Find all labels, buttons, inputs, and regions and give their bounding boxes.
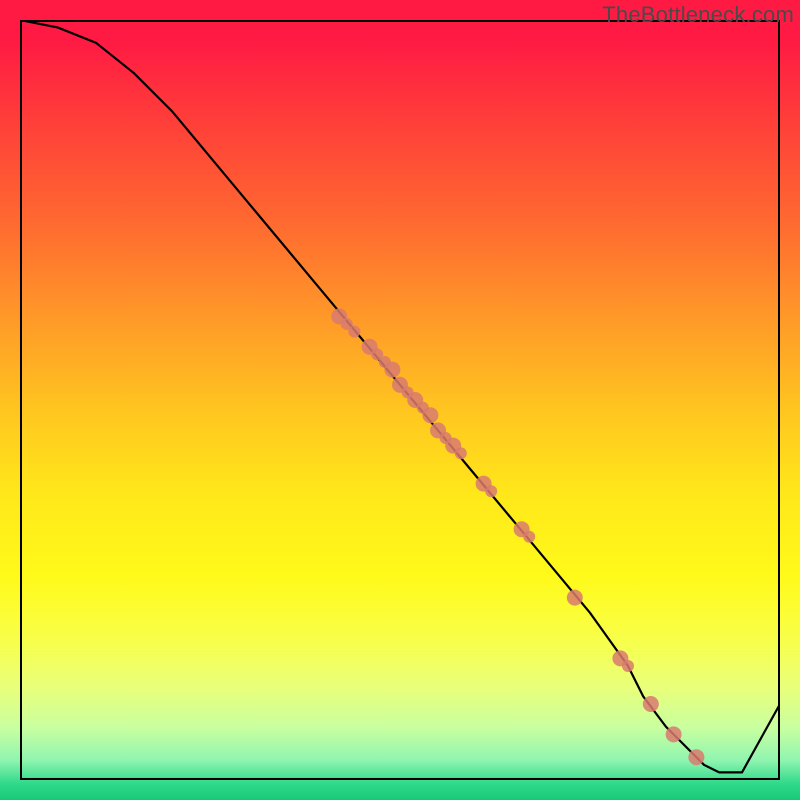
scatter-point xyxy=(422,407,438,423)
scatter-points xyxy=(331,308,704,765)
scatter-point xyxy=(384,362,400,378)
chart-container: TheBottleneck.com xyxy=(0,0,800,800)
scatter-point xyxy=(567,590,583,606)
scatter-point xyxy=(666,726,682,742)
scatter-point xyxy=(643,696,659,712)
scatter-point xyxy=(455,447,467,459)
scatter-point xyxy=(523,531,535,543)
scatter-point xyxy=(485,485,497,497)
scatter-point xyxy=(348,326,360,338)
curve-line xyxy=(20,20,780,772)
attribution-text: TheBottleneck.com xyxy=(602,2,794,28)
scatter-point xyxy=(622,660,634,672)
scatter-point xyxy=(688,749,704,765)
plot-svg xyxy=(20,20,780,780)
